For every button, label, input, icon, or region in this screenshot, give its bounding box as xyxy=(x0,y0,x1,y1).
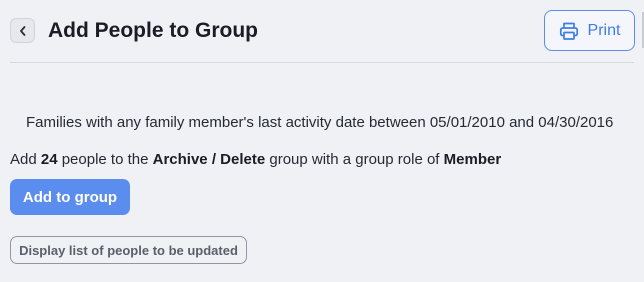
print-label: Print xyxy=(587,21,621,39)
filter-description: Families with any family member's last a… xyxy=(26,114,614,131)
summary-role-text: group with a group role of xyxy=(265,151,444,168)
group-role: Member xyxy=(443,151,502,168)
chevron-left-icon xyxy=(18,25,28,37)
summary-middle: people to the xyxy=(57,151,153,168)
add-to-group-button[interactable]: Add to group xyxy=(10,179,130,215)
page-header: Add People to Group Print xyxy=(0,0,644,63)
summary-prefix: Add xyxy=(10,151,41,168)
add-summary: Add 24 people to the Archive / Delete gr… xyxy=(10,151,501,168)
print-button[interactable]: Print xyxy=(544,10,635,51)
back-button[interactable] xyxy=(10,18,35,43)
people-count: 24 xyxy=(40,151,58,168)
group-name: Archive / Delete xyxy=(152,151,266,168)
page-title: Add People to Group xyxy=(48,19,258,42)
printer-icon xyxy=(559,21,579,41)
header-divider xyxy=(10,62,634,63)
page: Add People to Group Print Families with … xyxy=(0,0,644,282)
display-list-button[interactable]: Display list of people to be updated xyxy=(10,236,247,264)
